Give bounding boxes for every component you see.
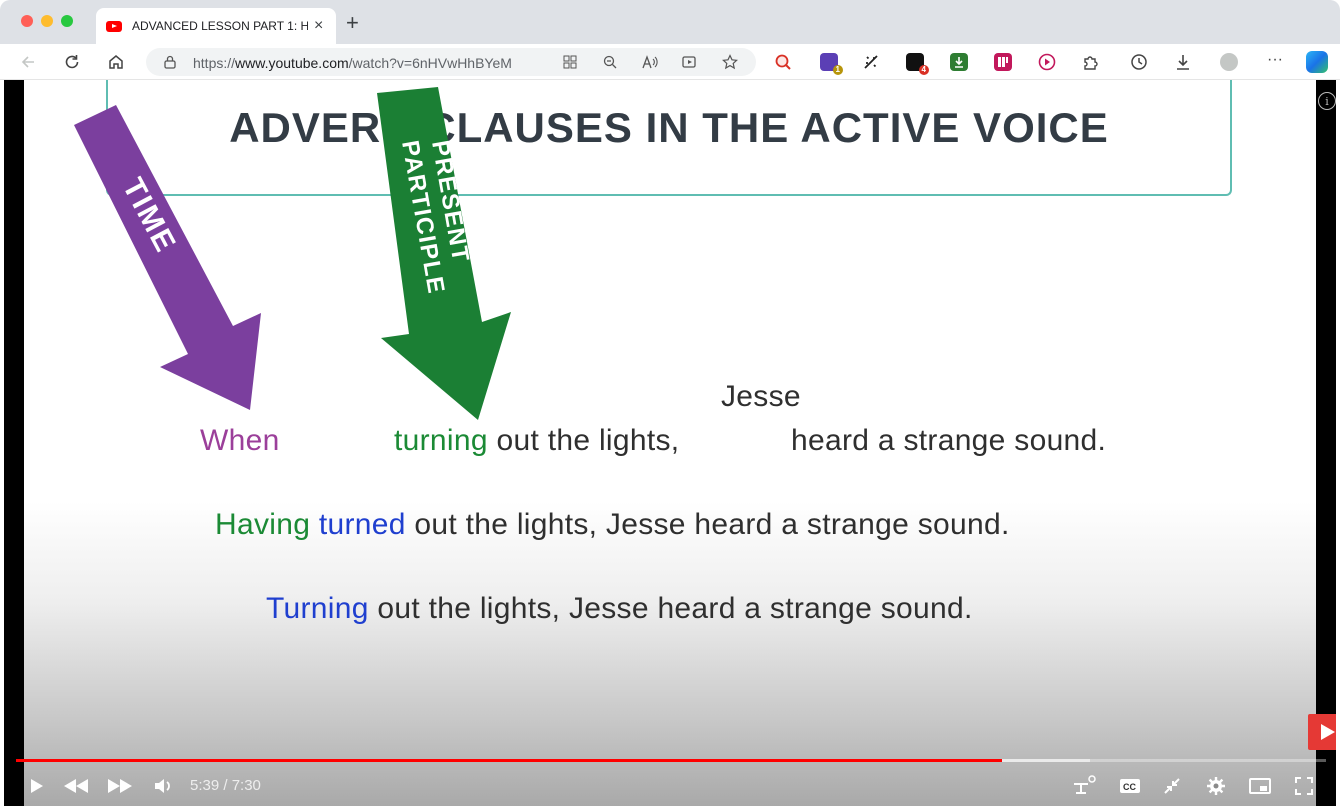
window-minimize-button[interactable] — [41, 15, 53, 27]
window-maximize-button[interactable] — [61, 15, 73, 27]
progress-played — [16, 759, 1003, 762]
downloads-icon[interactable] — [1174, 53, 1192, 71]
window-close-button[interactable] — [21, 15, 33, 27]
channel-watermark-play-icon[interactable] — [1308, 714, 1336, 750]
progress-bar[interactable] — [16, 759, 1326, 762]
extension-dark-icon[interactable]: 4 — [906, 53, 929, 75]
line2-having: Having — [215, 508, 311, 541]
address-bar[interactable]: https://www.youtube.com/watch?v=6nHVwHhB… — [146, 48, 756, 76]
line2-sentence: Having turned out the lights, Jesse hear… — [215, 508, 1010, 542]
captions-icon[interactable]: CC — [1116, 772, 1144, 800]
volume-icon[interactable] — [149, 772, 177, 800]
line1-clause: turning out the lights, — [394, 424, 679, 458]
browser-tab-active[interactable]: ADVANCED LESSON PART 1: H × — [96, 8, 336, 44]
lock-icon[interactable] — [164, 55, 176, 74]
line2-turned: turned — [318, 508, 406, 541]
line3-sentence: Turning out the lights, Jesse heard a st… — [266, 592, 973, 626]
profile-avatar[interactable] — [1220, 53, 1238, 71]
line3-rest: out the lights, Jesse heard a strange so… — [377, 592, 973, 625]
svg-text:CC: CC — [1123, 782, 1136, 792]
zoom-icon[interactable] — [601, 53, 619, 71]
extension-badge: 4 — [918, 65, 929, 75]
browser-toolbar: https://www.youtube.com/watch?v=6nHVwHhB… — [0, 44, 1340, 80]
line1-turning: turning — [394, 424, 488, 457]
more-menu-icon[interactable]: ··· — [1265, 50, 1285, 70]
extension-download-icon[interactable] — [950, 53, 968, 71]
fast-forward-icon[interactable] — [106, 772, 134, 800]
reload-icon[interactable] — [62, 52, 82, 72]
line1-rest: out the lights, — [496, 424, 680, 457]
extension-magic-icon[interactable] — [862, 53, 880, 71]
line2-rest: out the lights, Jesse heard a strange so… — [414, 508, 1010, 541]
read-aloud-icon[interactable] — [641, 53, 659, 71]
settings-gear-icon[interactable] — [1202, 772, 1230, 800]
extension-play-icon[interactable] — [1038, 53, 1056, 71]
back-icon[interactable] — [18, 52, 38, 72]
browser-tab-bar: ADVANCED LESSON PART 1: H × + — [0, 0, 1340, 44]
app-available-icon[interactable] — [561, 53, 579, 71]
play-icon[interactable] — [22, 772, 50, 800]
line1-subject: Jesse — [721, 380, 801, 413]
extension-puzzle-badge-icon[interactable]: 1 — [820, 53, 843, 75]
tab-close-icon[interactable]: × — [314, 18, 323, 34]
url-path: /watch?v=6nHVwHhBYeM — [348, 55, 512, 71]
picture-in-picture-icon[interactable] — [1246, 772, 1274, 800]
extension-badge: 1 — [832, 65, 843, 75]
favorite-star-icon[interactable] — [721, 53, 739, 71]
video-player[interactable]: ADVERB CLAUSES IN THE ACTIVE VOICE TIME … — [4, 80, 1336, 806]
info-icon[interactable]: i — [1318, 92, 1336, 110]
slide-arrows: TIME PRESENT PARTICIPLE — [74, 87, 511, 420]
extensions-puzzle-icon[interactable] — [1082, 53, 1100, 71]
line3-turning: Turning — [266, 592, 369, 625]
copilot-icon[interactable] — [1306, 51, 1328, 73]
video-frame: ADVERB CLAUSES IN THE ACTIVE VOICE TIME … — [24, 80, 1336, 806]
youtube-favicon-icon — [106, 20, 122, 32]
rewind-icon[interactable] — [62, 772, 90, 800]
extension-board-icon[interactable] — [994, 53, 1012, 71]
miniplayer-collapse-icon[interactable] — [1158, 772, 1186, 800]
immersive-reader-icon[interactable] — [681, 53, 699, 71]
line1-when: When — [200, 424, 280, 457]
participle-arrow: PRESENT PARTICIPLE — [377, 87, 511, 420]
extension-search-icon[interactable] — [774, 53, 792, 71]
history-icon[interactable] — [1130, 53, 1148, 71]
home-icon[interactable] — [106, 52, 126, 72]
url-host: www.youtube.com — [235, 55, 349, 71]
url-text[interactable]: https://www.youtube.com/watch?v=6nHVwHhB… — [193, 55, 512, 71]
url-scheme: https:// — [193, 55, 236, 71]
player-controls: 5:39 / 7:30 CC — [4, 766, 1336, 806]
time-display: 5:39 / 7:30 — [190, 777, 261, 794]
new-tab-button[interactable]: + — [346, 12, 359, 34]
time-arrow: TIME — [74, 105, 261, 410]
fullscreen-icon[interactable] — [1290, 772, 1318, 800]
line1-end: heard a strange sound. — [791, 424, 1107, 457]
autoplay-settings-icon[interactable] — [1070, 772, 1098, 800]
tab-title: ADVANCED LESSON PART 1: H — [132, 19, 308, 33]
